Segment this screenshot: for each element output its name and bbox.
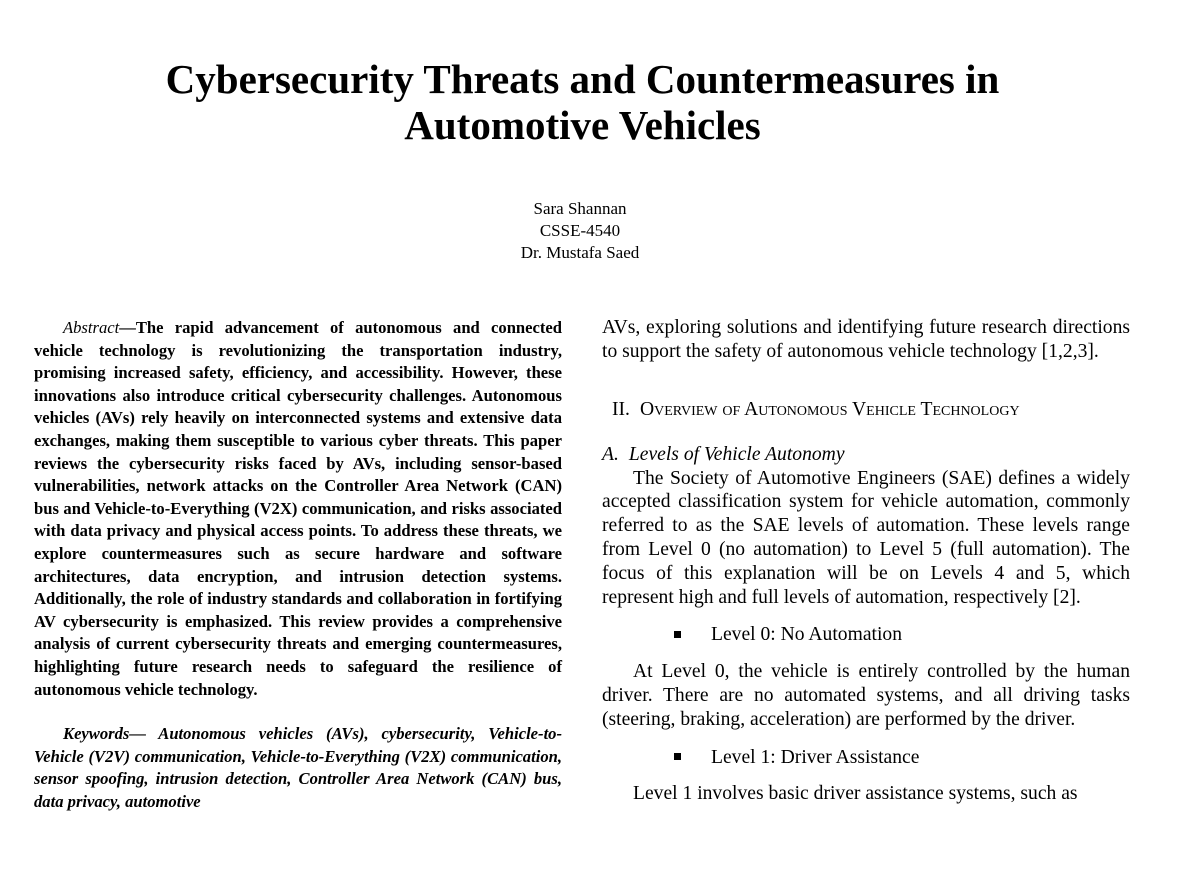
left-column: Abstract—The rapid advancement of autono… <box>34 317 562 813</box>
abstract-text: —The rapid advancement of autonomous and… <box>34 318 562 699</box>
bullet-level-1-label: Level 1: Driver Assistance <box>711 746 920 768</box>
abstract-paragraph: Abstract—The rapid advancement of autono… <box>34 317 562 701</box>
author-name: Sara Shannan <box>533 199 627 218</box>
title-line-1: Cybersecurity Threats and Countermeasure… <box>165 56 1000 102</box>
section-heading: II. Overview of Autonomous Vehicle Techno… <box>612 398 1130 422</box>
level-0-paragraph: At Level 0, the vehicle is entirely cont… <box>602 661 1130 730</box>
bullet-level-1: Level 1: Driver Assistance <box>674 746 1130 770</box>
intro-continuation: AVs, exploring solutions and identifying… <box>602 317 1130 362</box>
keywords-paragraph: Keywords— Autonomous vehicles (AVs), cyb… <box>34 723 562 813</box>
subsection-heading: A. Levels of Vehicle Autonomy <box>602 443 1130 467</box>
bullet-level-0: Level 0: No Automation <box>674 623 1130 647</box>
course-code: CSSE-4540 <box>539 221 621 240</box>
bullet-level-0-label: Level 0: No Automation <box>711 624 903 646</box>
paper-title: Cybersecurity Threats and Countermeasure… <box>60 56 1105 148</box>
keywords-lead: Keywords— <box>63 724 146 744</box>
author-block: Sara Shannan CSSE-4540 Dr. Mustafa Saed <box>380 198 780 264</box>
square-bullet-icon <box>674 630 681 638</box>
section-number: II. <box>612 398 630 420</box>
right-column: AVs, exploring solutions and identifying… <box>602 316 1130 806</box>
subsection-title: Levels of Vehicle Autonomy <box>628 443 845 465</box>
title-line-2: Automotive Vehicles <box>404 102 761 148</box>
section-title: Overview of Autonomous Vehicle Technolog… <box>639 398 1020 420</box>
instructor-name: Dr. Mustafa Saed <box>520 243 640 262</box>
subsection-letter: A. <box>602 443 619 465</box>
level-1-paragraph: Level 1 involves basic driver assistance… <box>633 783 1078 805</box>
abstract-lead: Abstract <box>63 318 120 337</box>
square-bullet-icon <box>674 752 681 760</box>
sae-paragraph: The Society of Automotive Engineers (SAE… <box>602 467 1130 608</box>
